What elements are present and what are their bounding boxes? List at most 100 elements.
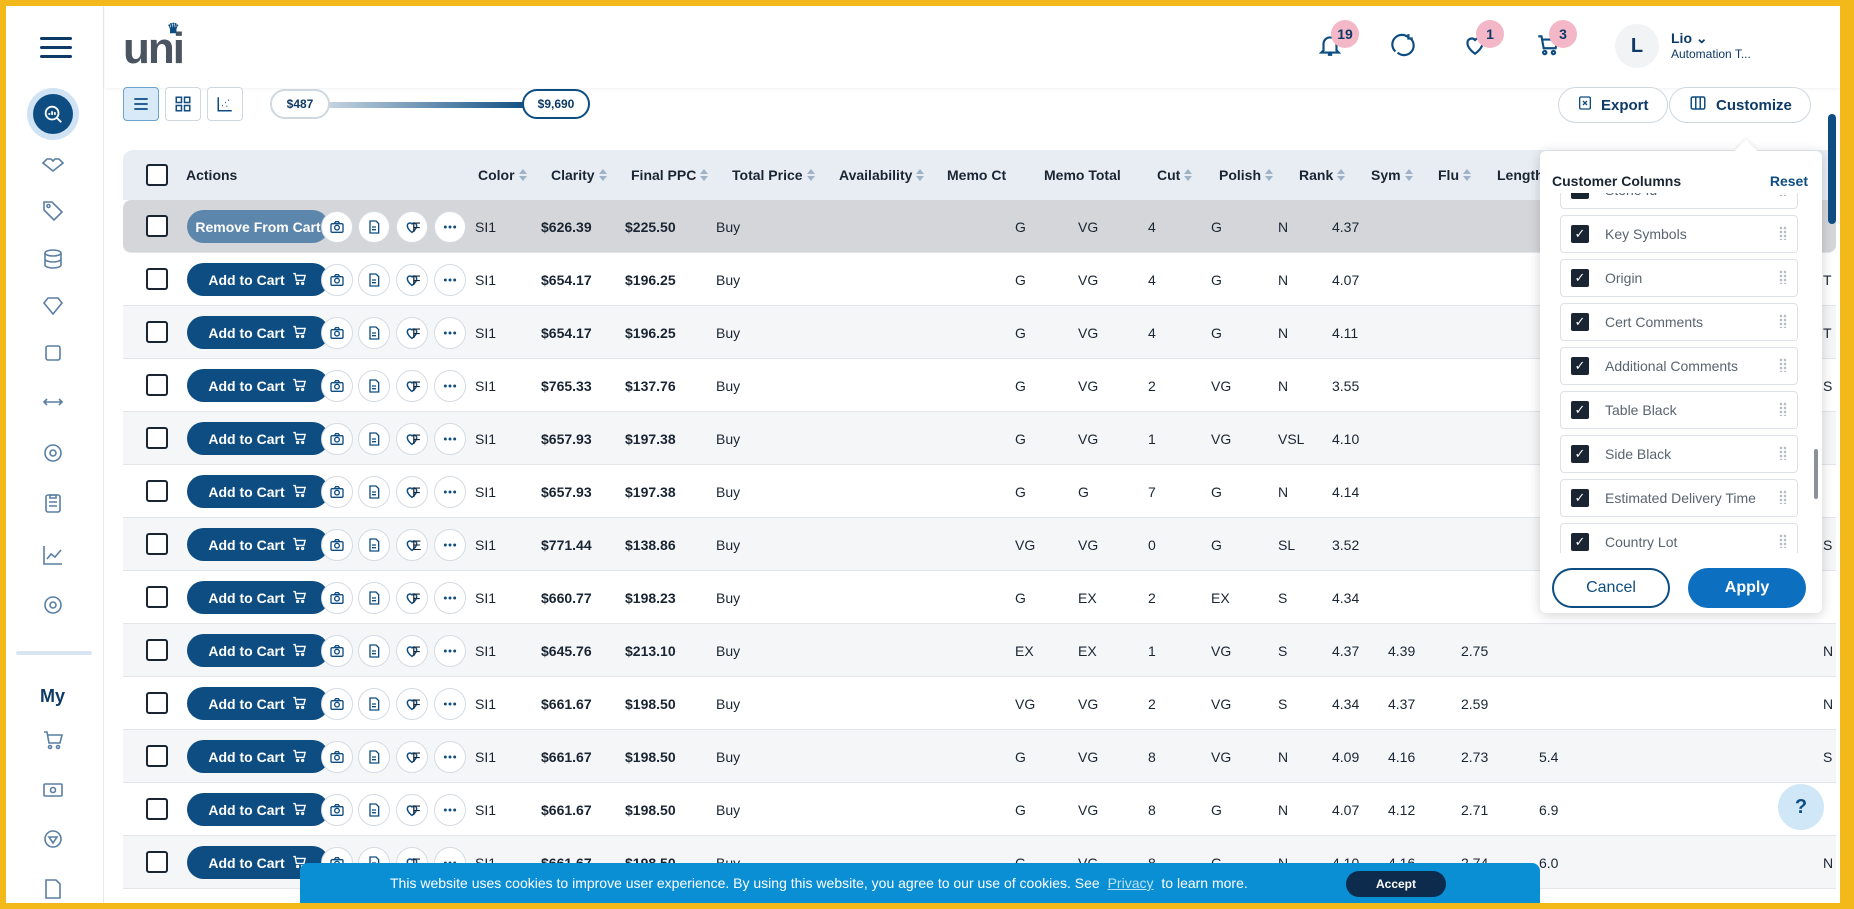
certificate-icon[interactable]	[358, 423, 390, 455]
add-to-cart-button[interactable]: Add to Cart	[187, 581, 329, 614]
column-checkbox[interactable]: ✓	[1571, 269, 1589, 287]
header-flu[interactable]: Flu	[1438, 150, 1471, 200]
camera-icon[interactable]	[321, 264, 353, 296]
settings-icon[interactable]	[36, 436, 70, 470]
help-button[interactable]: ?	[1778, 784, 1824, 830]
ring-box-icon[interactable]	[36, 336, 70, 370]
row-checkbox[interactable]	[146, 851, 168, 873]
add-to-cart-button[interactable]: Add to Cart	[187, 687, 329, 720]
camera-icon[interactable]	[321, 317, 353, 349]
certificate-icon[interactable]	[358, 476, 390, 508]
apply-button[interactable]: Apply	[1688, 568, 1806, 608]
money-icon[interactable]	[36, 773, 70, 807]
add-to-cart-button[interactable]: Add to Cart	[187, 316, 329, 349]
avatar[interactable]: L	[1615, 24, 1659, 68]
price-max-handle[interactable]: $9,690	[522, 89, 590, 119]
add-to-cart-button[interactable]: Add to Cart	[187, 528, 329, 561]
report-icon[interactable]	[36, 872, 70, 903]
diamond-icon[interactable]	[36, 289, 70, 323]
column-option[interactable]: ✓ Stone Id	[1560, 193, 1798, 209]
add-to-cart-button[interactable]: Add to Cart	[187, 740, 329, 773]
add-to-cart-button[interactable]: Add to Cart	[187, 475, 329, 508]
more-icon[interactable]	[434, 370, 466, 402]
header-rank[interactable]: Rank	[1299, 150, 1345, 200]
camera-icon[interactable]	[321, 211, 353, 243]
gem-box-icon[interactable]	[36, 822, 70, 856]
row-checkbox[interactable]	[146, 215, 168, 237]
more-icon[interactable]	[434, 423, 466, 455]
camera-icon[interactable]	[321, 423, 353, 455]
column-checkbox[interactable]: ✓	[1571, 489, 1589, 507]
arrows-horizontal-icon[interactable]	[36, 385, 70, 419]
row-checkbox[interactable]	[146, 374, 168, 396]
column-option[interactable]: ✓ Key Symbols	[1560, 215, 1798, 253]
row-checkbox[interactable]	[146, 745, 168, 767]
certificate-icon[interactable]	[358, 317, 390, 349]
table-row[interactable]: Add to Cart F SI1 $661.67 $198.50 Buy VG VG 2 VG S…	[123, 677, 1836, 730]
certificate-icon[interactable]	[358, 741, 390, 773]
header-availability[interactable]: Availability	[839, 150, 924, 200]
list-view-button[interactable]	[123, 87, 159, 121]
price-min-handle[interactable]: $487	[270, 89, 330, 119]
drag-handle-icon[interactable]	[1779, 226, 1787, 240]
more-icon[interactable]	[434, 264, 466, 296]
table-row[interactable]: Add to Cart F SI1 $661.67 $198.50 Buy G VG 8 VG N 4…	[123, 730, 1836, 783]
camera-icon[interactable]	[321, 794, 353, 826]
more-icon[interactable]	[434, 635, 466, 667]
target-icon[interactable]	[36, 588, 70, 622]
add-to-cart-button[interactable]: Add to Cart	[187, 422, 329, 455]
cart-check-icon[interactable]	[36, 723, 70, 757]
add-to-cart-button[interactable]: Add to Cart	[187, 634, 329, 667]
wishlist-button[interactable]: 1	[1462, 20, 1504, 62]
header-final-ppc[interactable]: Final PPC	[631, 150, 708, 200]
row-checkbox[interactable]	[146, 321, 168, 343]
column-checkbox[interactable]: ✓	[1571, 193, 1589, 199]
row-checkbox[interactable]	[146, 268, 168, 290]
add-to-cart-button[interactable]: Add to Cart	[187, 369, 329, 402]
more-icon[interactable]	[434, 211, 466, 243]
drag-handle-icon[interactable]	[1779, 490, 1787, 504]
column-option[interactable]: ✓ Cert Comments	[1560, 303, 1798, 341]
add-to-cart-button[interactable]: Add to Cart	[187, 263, 329, 296]
more-icon[interactable]	[434, 794, 466, 826]
camera-icon[interactable]	[321, 688, 353, 720]
scatter-view-button[interactable]	[207, 87, 243, 121]
column-checkbox[interactable]: ✓	[1571, 401, 1589, 419]
column-checkbox[interactable]: ✓	[1571, 445, 1589, 463]
certificate-icon[interactable]	[358, 635, 390, 667]
more-icon[interactable]	[434, 476, 466, 508]
header-total-price[interactable]: Total Price	[732, 150, 815, 200]
notifications-button[interactable]: 19	[1317, 20, 1359, 62]
customize-button[interactable]: Customize	[1669, 87, 1811, 123]
uni-logo[interactable]: uni ♛	[123, 20, 185, 74]
camera-icon[interactable]	[321, 582, 353, 614]
page-scrollbar[interactable]	[1828, 114, 1836, 224]
column-checkbox[interactable]: ✓	[1571, 357, 1589, 375]
header-clarity[interactable]: Clarity	[551, 150, 607, 200]
add-to-cart-button[interactable]: Add to Cart	[187, 793, 329, 826]
column-checkbox[interactable]: ✓	[1571, 225, 1589, 243]
more-icon[interactable]	[434, 741, 466, 773]
table-row[interactable]: Add to Cart F SI1 $645.76 $213.10 Buy EX EX 1 VG S…	[123, 624, 1836, 677]
column-option[interactable]: ✓ Additional Comments	[1560, 347, 1798, 385]
more-icon[interactable]	[434, 317, 466, 349]
column-option[interactable]: ✓ Country Lot	[1560, 523, 1798, 553]
export-button[interactable]: Export	[1558, 87, 1668, 123]
header-color[interactable]: Color	[478, 150, 536, 200]
row-checkbox[interactable]	[146, 533, 168, 555]
database-icon[interactable]	[36, 242, 70, 276]
diamond-handshake-icon[interactable]	[36, 148, 70, 182]
camera-icon[interactable]	[321, 635, 353, 667]
certificate-icon[interactable]	[358, 370, 390, 402]
column-checkbox[interactable]: ✓	[1571, 533, 1589, 551]
chart-line-icon[interactable]	[36, 538, 70, 572]
clipboard-icon[interactable]	[36, 486, 70, 520]
certificate-icon[interactable]	[358, 688, 390, 720]
drag-handle-icon[interactable]	[1779, 446, 1787, 460]
drag-handle-icon[interactable]	[1779, 402, 1787, 416]
certificate-icon[interactable]	[358, 582, 390, 614]
privacy-link[interactable]: Privacy	[1108, 875, 1154, 891]
cancel-button[interactable]: Cancel	[1552, 568, 1670, 608]
tag-icon[interactable]	[36, 193, 70, 227]
more-icon[interactable]	[434, 688, 466, 720]
